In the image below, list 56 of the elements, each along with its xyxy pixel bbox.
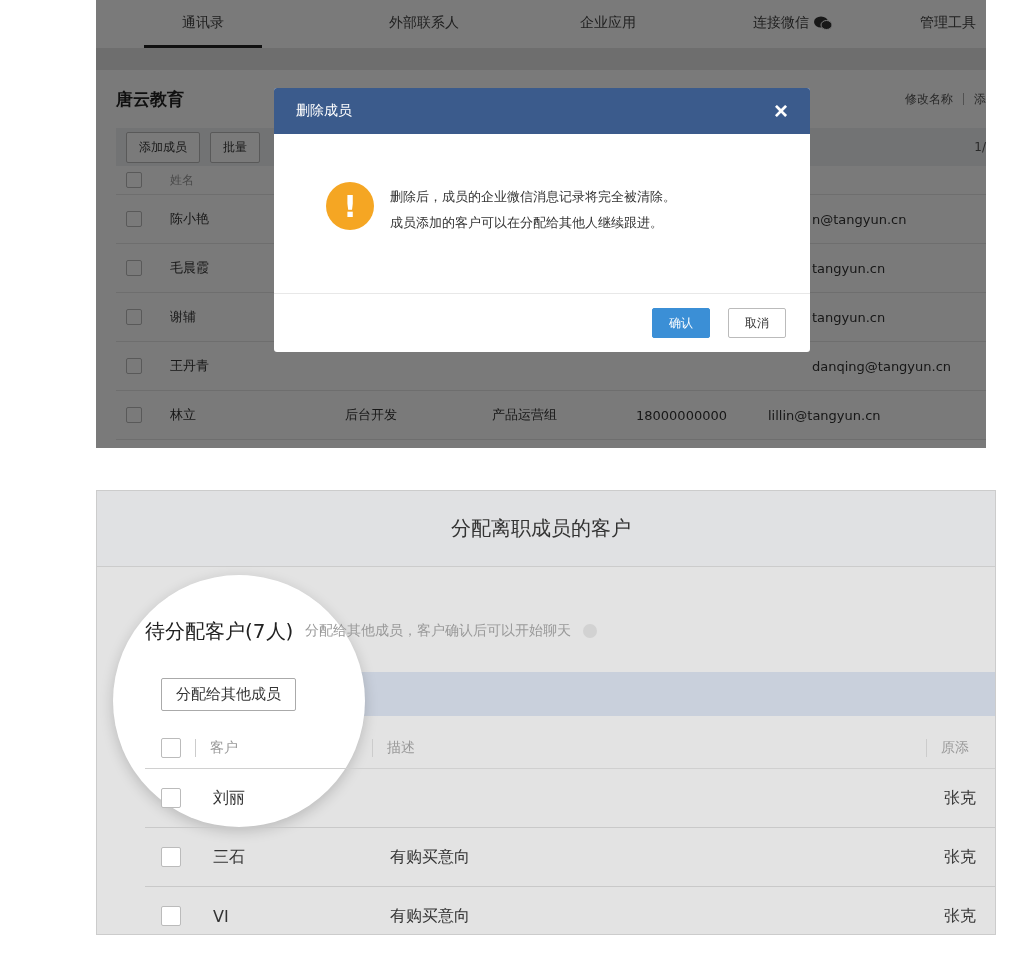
row-checkbox[interactable] <box>126 407 142 423</box>
column-header: 原添 <box>941 739 969 757</box>
table-cell-text: 有购买意向 <box>390 846 471 868</box>
dialog-message: 成员添加的客户可以在分配给其他人继续跟进。 <box>390 214 664 232</box>
pagination-text: 1/ <box>974 140 986 154</box>
org-name: 唐云教育 <box>116 87 184 111</box>
table-cell-text: 毛晨霞 <box>170 259 210 277</box>
table-cell-text: 刘丽 <box>213 787 246 809</box>
table-cell-text: 张克 <box>944 846 977 868</box>
table-cell-text: danqing@tangyun.cn <box>811 358 953 374</box>
table-cell-text: 18000000000 <box>636 407 728 423</box>
row-checkbox[interactable] <box>161 906 181 926</box>
row-checkbox[interactable] <box>126 309 142 325</box>
nav-tab[interactable]: 管理工具 <box>884 0 986 48</box>
rename-link[interactable]: 修改名称 <box>905 90 953 108</box>
select-all-checkbox[interactable] <box>161 738 181 758</box>
table-cell-text: 后台开发 <box>345 406 398 424</box>
toolbar-button[interactable]: 添加成员 <box>126 131 200 163</box>
add-link[interactable]: 添 <box>974 90 986 108</box>
table-cell-text: tangyun.cn <box>811 260 887 276</box>
table-cell-text: 谢辅 <box>170 308 197 326</box>
table-cell-text: 张克 <box>944 787 977 809</box>
assign-button[interactable]: 分配给其他成员 <box>161 677 296 711</box>
close-button[interactable]: × <box>774 99 788 123</box>
chat-bubbles-icon <box>813 15 832 30</box>
section-hint: 分配给其他成员，客户确认后可以开始聊天 <box>305 622 572 640</box>
dialog-message: 删除后，成员的企业微信消息记录将完全被清除。 <box>390 188 676 206</box>
cancel-button[interactable]: 取消 <box>728 308 786 338</box>
table-cell-text: 张克 <box>944 905 977 927</box>
table-cell-text: tangyun.cn <box>811 309 887 325</box>
row-checkbox[interactable] <box>126 260 142 276</box>
table-cell-text: 陈小艳 <box>170 210 210 228</box>
table-cell-text: 有购买意向 <box>390 905 471 927</box>
confirm-button[interactable]: 确认 <box>652 308 710 338</box>
row-checkbox[interactable] <box>161 788 181 808</box>
select-all-checkbox[interactable] <box>126 172 142 188</box>
table-cell-text: n@tangyun.cn <box>811 211 908 227</box>
table-cell-text: 林立 <box>170 406 197 424</box>
panel-title: 分配离职成员的客户 <box>451 515 632 542</box>
table-cell-text: VI <box>213 906 230 926</box>
row-checkbox[interactable] <box>161 847 181 867</box>
table-cell-text: lillin@tangyun.cn <box>768 407 882 423</box>
row-checkbox[interactable] <box>126 358 142 374</box>
table-cell-text: 王丹青 <box>170 357 210 375</box>
section-title: 待分配客户(7人) <box>145 617 294 645</box>
nav-tab[interactable]: 连接微信 <box>700 0 884 48</box>
nav-tab[interactable]: 企业应用 <box>516 0 700 48</box>
warning-icon: ! <box>326 182 374 230</box>
row-checkbox[interactable] <box>126 211 142 227</box>
table-cell-text: 三石 <box>213 846 246 868</box>
column-header: 描述 <box>387 739 415 757</box>
nav-tab[interactable]: 外部联系人 <box>332 0 516 48</box>
toolbar-button[interactable]: 批量 <box>210 131 260 163</box>
table-cell-text: 产品运营组 <box>492 406 558 424</box>
column-header: 客户 <box>210 739 238 757</box>
dialog-title: 删除成员 <box>296 102 352 120</box>
